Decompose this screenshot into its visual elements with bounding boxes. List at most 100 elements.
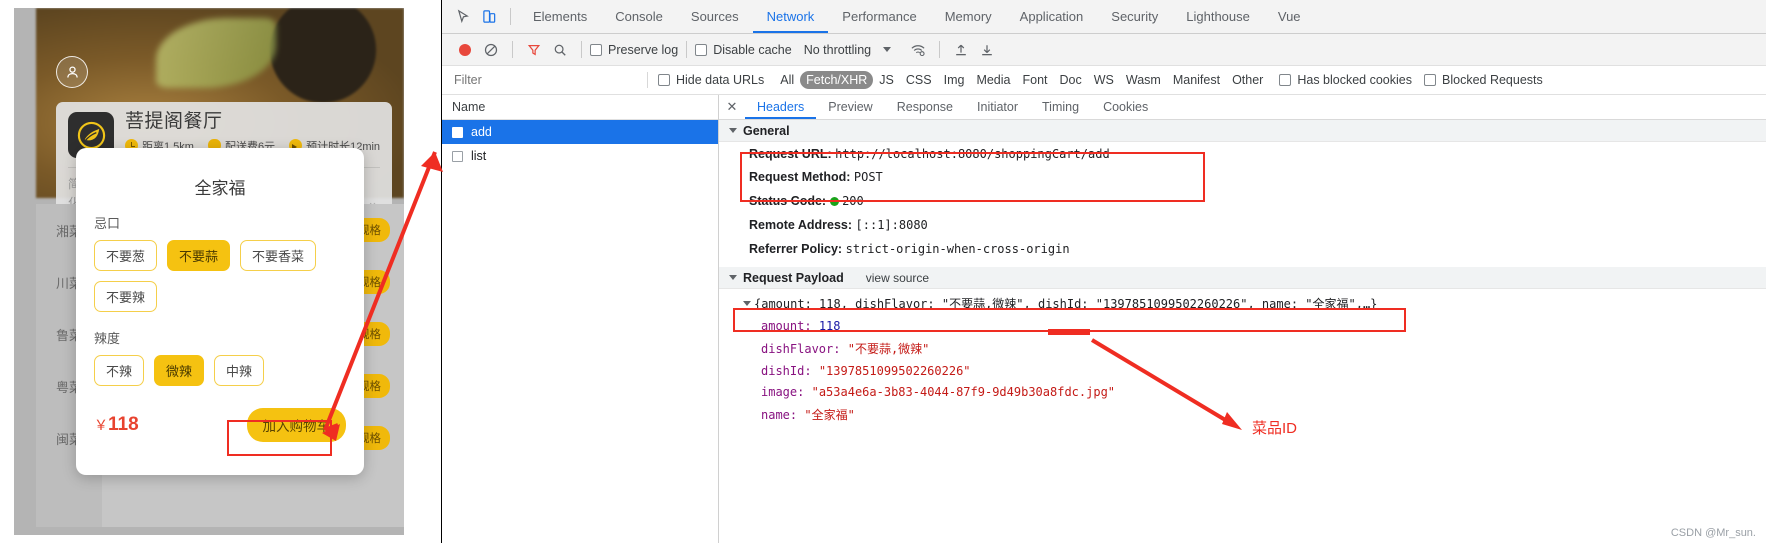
checkbox-box [695,44,707,56]
detail-tab-preview[interactable]: Preview [816,95,884,119]
devtools-tabbar: Elements Console Sources Network Perform… [442,0,1766,34]
avatar[interactable] [56,56,88,88]
restaurant-name: 菩提阁餐厅 [125,112,380,132]
option-group-label: 忌口 [94,213,346,232]
device-toolbar-icon[interactable] [476,4,502,30]
request-type-icon [452,127,463,138]
payload-value: "1397851099502260226" [819,364,971,378]
disable-cache-checkbox[interactable]: Disable cache [695,43,792,57]
view-source-link[interactable]: view source [866,267,929,289]
network-conditions-icon[interactable] [905,37,931,63]
network-filter-bar: Hide data URLs All Fetch/XHR JS CSS Img … [442,66,1766,95]
devtools-panel: Elements Console Sources Network Perform… [441,0,1766,543]
chevron-down-icon [729,275,737,280]
record-icon[interactable] [452,37,478,63]
divider [686,41,687,58]
filter-type-wasm[interactable]: Wasm [1120,71,1167,89]
payload-field-image: image: "a53a4e6a-3b83-4044-87f9-9d49b30a… [719,385,1766,399]
filter-type-all[interactable]: All [774,71,800,89]
filter-icon[interactable] [521,37,547,63]
tab-network[interactable]: Network [753,0,829,33]
remote-address-key: Remote Address: [749,218,852,232]
filter-type-img[interactable]: Img [938,71,971,89]
payload-section-title: Request Payload [743,267,844,289]
request-list-header: Name [442,95,718,120]
detail-tab-initiator[interactable]: Initiator [965,95,1030,119]
tab-console[interactable]: Console [601,0,677,33]
filter-type-font[interactable]: Font [1016,71,1053,89]
checkbox-box [658,74,670,86]
payload-key: image: [761,385,804,399]
leaf-logo-icon [76,120,107,151]
option-chip-selected[interactable]: 不要蒜 [167,240,230,271]
referrer-policy-value: strict-origin-when-cross-origin [846,242,1070,256]
payload-section-header[interactable]: Request Payload view source [719,267,1766,289]
preserve-log-label: Preserve log [608,43,678,57]
tab-lighthouse[interactable]: Lighthouse [1172,0,1264,33]
detail-tab-headers[interactable]: Headers [745,95,816,119]
highlight-add-to-cart [227,420,332,456]
tab-memory[interactable]: Memory [931,0,1006,33]
option-chip[interactable]: 不辣 [94,355,144,386]
payload-key: dishFlavor: [761,342,840,356]
import-har-icon[interactable] [948,37,974,63]
filter-type-css[interactable]: CSS [900,71,938,89]
option-chip[interactable]: 中辣 [214,355,264,386]
clear-icon[interactable] [478,37,504,63]
option-chip-selected[interactable]: 微辣 [154,355,204,386]
filter-type-media[interactable]: Media [970,71,1016,89]
request-list: Name add list [442,95,719,543]
request-row-list[interactable]: list [442,144,718,168]
payload-field-dishId: dishId: "1397851099502260226" [719,364,1766,378]
divider [512,41,513,58]
mobile-app-screenshot: 菩提阁餐厅 距离1.5km 配送费6元 预计时长12min [14,8,404,535]
filter-type-doc[interactable]: Doc [1054,71,1088,89]
tab-elements[interactable]: Elements [519,0,601,33]
preserve-log-checkbox[interactable]: Preserve log [590,43,678,57]
option-chip[interactable]: 不要辣 [94,281,157,312]
close-icon[interactable]: ✕ [719,99,745,115]
tab-vue[interactable]: Vue [1264,0,1315,33]
blocked-requests-checkbox[interactable]: Blocked Requests [1424,73,1543,87]
throttling-select[interactable]: No throttling [804,43,871,57]
request-type-icon [452,151,463,162]
payload-key: dishId: [761,364,812,378]
detail-tab-response[interactable]: Response [885,95,965,119]
filter-input[interactable] [452,72,637,88]
filter-type-fetch-xhr[interactable]: Fetch/XHR [800,71,873,89]
request-row-add[interactable]: add [442,120,718,144]
detail-tab-cookies[interactable]: Cookies [1091,95,1160,119]
option-group-spice: 不辣 微辣 中辣 [94,355,346,386]
search-icon[interactable] [547,37,573,63]
chevron-down-icon[interactable] [883,47,891,52]
option-group-flavor: 不要葱 不要蒜 不要香菜 不要辣 [94,240,346,312]
option-group-label: 辣度 [94,328,346,347]
inspect-element-icon[interactable] [450,4,476,30]
option-chip[interactable]: 不要葱 [94,240,157,271]
export-har-icon[interactable] [974,37,1000,63]
option-chip[interactable]: 不要香菜 [240,240,316,271]
checkbox-box [1279,74,1291,86]
has-blocked-cookies-label: Has blocked cookies [1297,73,1412,87]
divider [581,41,582,58]
hide-data-urls-checkbox[interactable]: Hide data URLs [658,73,764,87]
request-name: add [471,125,492,139]
filter-type-other[interactable]: Other [1226,71,1269,89]
filter-type-ws[interactable]: WS [1088,71,1120,89]
dish-id-annotation: 菜品ID [1252,417,1297,438]
general-referrer-policy: Referrer Policy: strict-origin-when-cros… [719,238,1766,262]
has-blocked-cookies-checkbox[interactable]: Has blocked cookies [1279,73,1412,87]
tab-security[interactable]: Security [1097,0,1172,33]
currency-symbol: ￥ [94,417,108,433]
detail-tab-timing[interactable]: Timing [1030,95,1091,119]
filter-type-js[interactable]: JS [873,71,900,89]
divider [510,8,511,25]
filter-type-manifest[interactable]: Manifest [1167,71,1226,89]
divider [647,72,648,88]
general-section-header[interactable]: General [719,120,1766,142]
tab-performance[interactable]: Performance [828,0,930,33]
tab-application[interactable]: Application [1006,0,1098,33]
general-remote-address: Remote Address: [::1]:8080 [719,214,1766,238]
remote-address-value: [::1]:8080 [856,218,928,232]
tab-sources[interactable]: Sources [677,0,753,33]
